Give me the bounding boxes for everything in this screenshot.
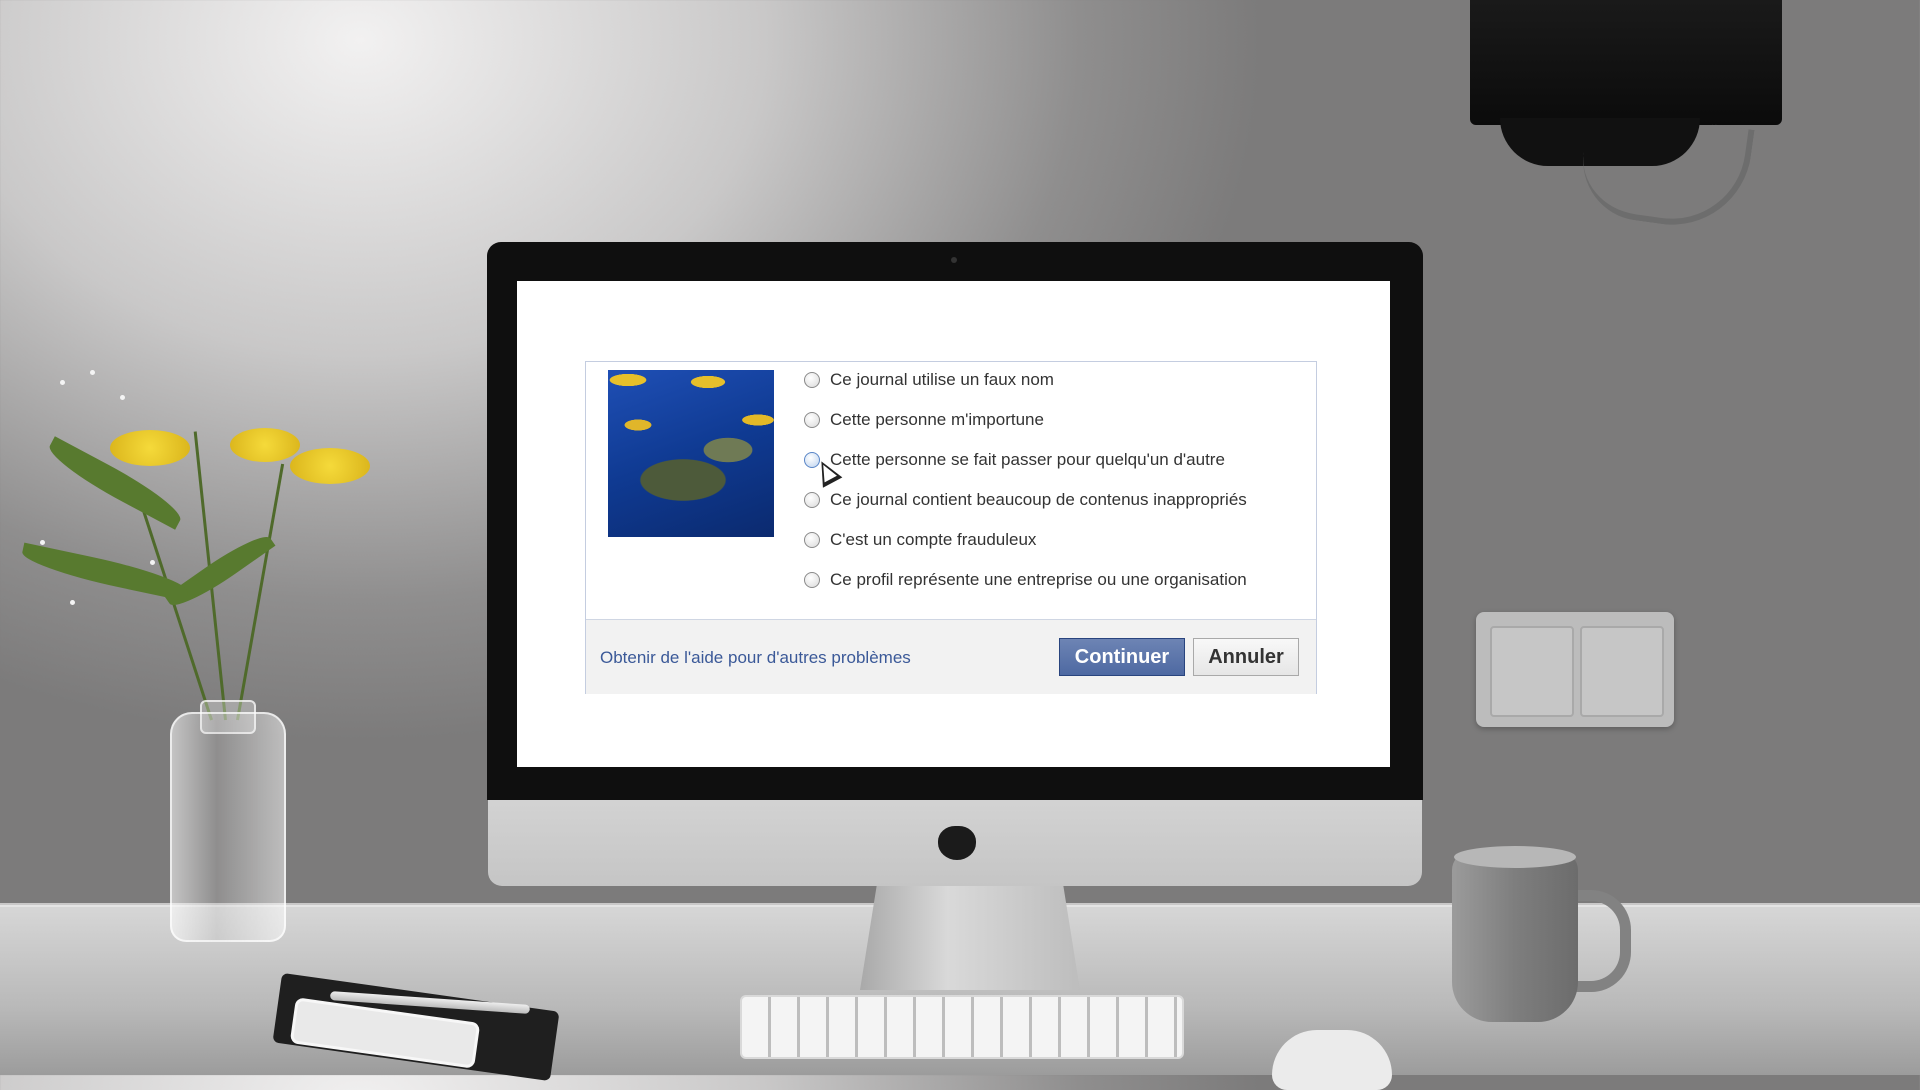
babys-breath (60, 380, 65, 385)
babys-breath (120, 395, 125, 400)
reason-option[interactable]: Ce journal utilise un faux nom (804, 368, 1054, 392)
babys-breath (150, 560, 155, 565)
reason-label: Ce journal contient beaucoup de contenus… (830, 490, 1247, 509)
reason-label: Cette personne m'importune (830, 410, 1044, 429)
reason-label: Ce journal utilise un faux nom (830, 370, 1054, 389)
monitor-screen: Ce journal utilise un faux nom Cette per… (517, 281, 1390, 767)
radio-button[interactable] (804, 572, 820, 588)
yellow-flower (110, 430, 190, 466)
stem (142, 510, 213, 721)
webcam-icon (951, 257, 957, 263)
yellow-flower (290, 448, 370, 484)
apple-logo-icon (938, 826, 976, 860)
help-link[interactable]: Obtenir de l'aide pour d'autres problème… (600, 648, 911, 668)
switch-key-right (1580, 626, 1664, 717)
wall-lamp-shade (1470, 0, 1782, 125)
switch-key-left (1490, 626, 1574, 717)
stem (236, 463, 285, 721)
radio-button[interactable] (804, 532, 820, 548)
reason-option[interactable]: C'est un compte frauduleux (804, 528, 1036, 552)
babys-breath (40, 540, 45, 545)
reason-label: Cette personne se fait passer pour quelq… (830, 450, 1225, 469)
dialog-footer: Obtenir de l'aide pour d'autres problème… (586, 619, 1316, 694)
keyboard (740, 995, 1184, 1059)
monitor-stand (860, 880, 1080, 990)
profile-picture (608, 370, 774, 537)
report-dialog: Ce journal utilise un faux nom Cette per… (585, 361, 1317, 694)
reason-label: Ce profil représente une entreprise ou u… (830, 570, 1247, 589)
babys-breath (70, 600, 75, 605)
babys-breath (90, 370, 95, 375)
radio-button[interactable] (804, 412, 820, 428)
radio-button[interactable] (804, 372, 820, 388)
cancel-button[interactable]: Annuler (1193, 638, 1299, 676)
reason-label: C'est un compte frauduleux (830, 530, 1037, 549)
wall-lamp-arm (1575, 106, 1755, 236)
mouse (1272, 1030, 1392, 1090)
reason-option[interactable]: Cette personne se fait passer pour quelq… (804, 448, 1225, 472)
glass-vase (170, 712, 286, 942)
continue-button[interactable]: Continuer (1059, 638, 1185, 676)
radio-button[interactable] (804, 492, 820, 508)
mug-rim (1454, 846, 1576, 868)
light-switch (1476, 612, 1674, 727)
yellow-flower (230, 428, 300, 462)
reason-option[interactable]: Ce journal contient beaucoup de contenus… (804, 488, 1247, 512)
dialog-body: Ce journal utilise un faux nom Cette per… (586, 362, 1316, 619)
reason-option[interactable]: Cette personne m'importune (804, 408, 1044, 432)
reason-option[interactable]: Ce profil représente une entreprise ou u… (804, 568, 1247, 592)
coffee-mug (1452, 852, 1578, 1022)
